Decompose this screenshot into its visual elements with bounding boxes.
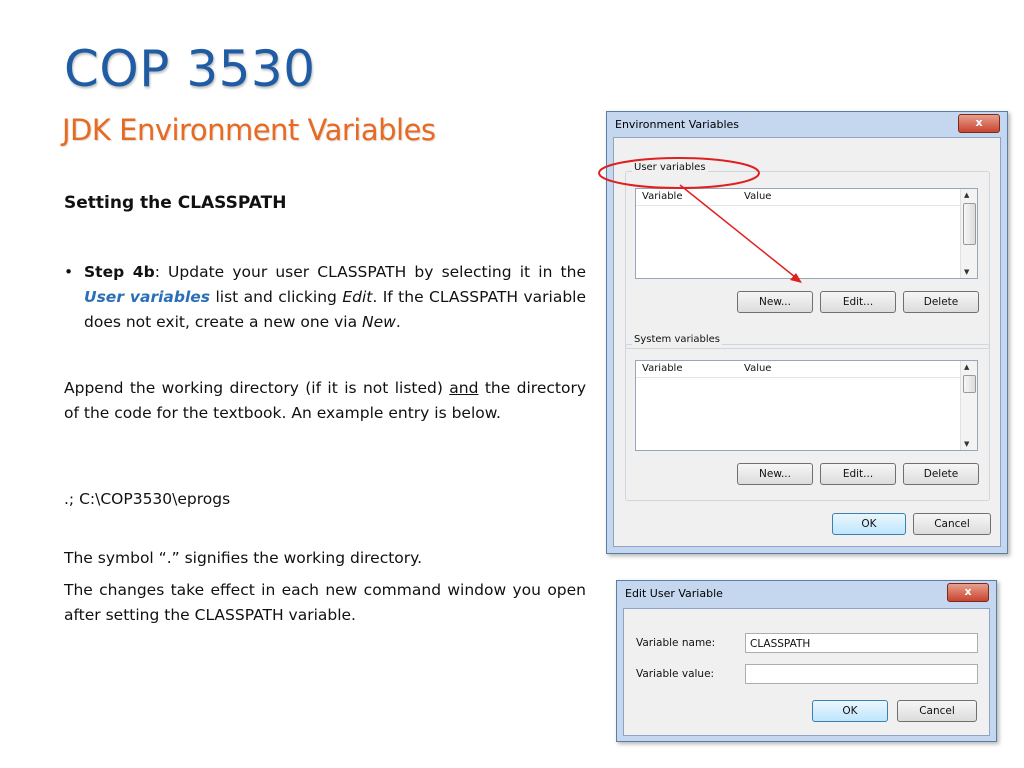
close-button[interactable]: x xyxy=(958,114,1000,133)
user-delete-button[interactable]: Delete xyxy=(903,291,979,313)
ok-button[interactable]: OK xyxy=(812,700,888,722)
vertical-scrollbar[interactable]: ▲ ▼ xyxy=(960,361,977,450)
column-variable[interactable]: Variable xyxy=(642,191,683,202)
close-button[interactable]: x xyxy=(947,583,989,602)
cancel-button[interactable]: Cancel xyxy=(913,513,991,535)
step-bullet: • Step 4b: Update your user CLASSPATH by … xyxy=(64,260,586,335)
variable-value-label: Variable value: xyxy=(636,668,715,680)
variable-value-field[interactable] xyxy=(745,664,978,684)
scroll-thumb[interactable] xyxy=(963,203,976,245)
system-variables-list[interactable]: Variable Value ▲ ▼ xyxy=(635,360,978,451)
vertical-scrollbar[interactable]: ▲ ▼ xyxy=(960,189,977,278)
scroll-up-icon[interactable]: ▲ xyxy=(964,191,969,199)
edit-user-variable-dialog: Edit User Variable x Variable name: CLAS… xyxy=(616,580,997,742)
and-underlined: and xyxy=(449,379,479,397)
list-header: Variable Value xyxy=(636,361,960,378)
user-new-button[interactable]: New... xyxy=(737,291,813,313)
step-text-b: list and clicking xyxy=(210,288,343,306)
ok-button[interactable]: OK xyxy=(832,513,906,535)
bullet-marker: • xyxy=(64,263,74,281)
section-heading: Setting the CLASSPATH xyxy=(64,193,287,213)
append-paragraph: Append the working directory (if it is n… xyxy=(64,376,586,426)
user-variables-accent: User variables xyxy=(84,288,211,306)
dialog-title: Edit User Variable xyxy=(625,587,723,600)
slide-title: COP 3530 xyxy=(64,40,316,98)
step-text-a: : Update your user CLASSPATH by selectin… xyxy=(154,263,586,281)
scroll-down-icon[interactable]: ▼ xyxy=(964,440,969,448)
system-variables-label: System variables xyxy=(632,334,723,345)
system-delete-button[interactable]: Delete xyxy=(903,463,979,485)
scroll-down-icon[interactable]: ▼ xyxy=(964,268,969,276)
dialog-client-area: User variables Variable Value ▲ ▼ New...… xyxy=(613,137,1001,547)
cancel-button[interactable]: Cancel xyxy=(897,700,977,722)
user-variables-list[interactable]: Variable Value ▲ ▼ xyxy=(635,188,978,279)
user-variables-label: User variables xyxy=(632,162,708,173)
scroll-thumb[interactable] xyxy=(963,375,976,393)
new-word: New xyxy=(362,313,396,331)
list-header: Variable Value xyxy=(636,189,960,206)
example-entry: .; C:\COP3530\eprogs xyxy=(64,490,231,508)
step-text-d: . xyxy=(395,313,401,331)
scroll-up-icon[interactable]: ▲ xyxy=(964,363,969,371)
system-new-button[interactable]: New... xyxy=(737,463,813,485)
column-variable[interactable]: Variable xyxy=(642,363,683,374)
column-value[interactable]: Value xyxy=(744,191,771,202)
symbol-paragraph: The symbol “.” signifies the working dir… xyxy=(64,549,423,567)
step-label: Step 4b xyxy=(84,263,155,281)
column-value[interactable]: Value xyxy=(744,363,771,374)
dialog-client-area: Variable name: CLASSPATH Variable value:… xyxy=(623,608,990,736)
environment-variables-dialog: Environment Variables x User variables V… xyxy=(606,111,1008,554)
changes-paragraph: The changes take effect in each new comm… xyxy=(64,581,586,624)
slide-subtitle: JDK Environment Variables xyxy=(62,113,436,147)
edit-word: Edit xyxy=(342,288,373,306)
variable-name-field[interactable]: CLASSPATH xyxy=(745,633,978,653)
append-text-a: Append the working directory (if it is n… xyxy=(64,379,450,397)
variable-name-label: Variable name: xyxy=(636,637,716,649)
dialog-title: Environment Variables xyxy=(615,118,740,131)
system-edit-button[interactable]: Edit... xyxy=(820,463,896,485)
user-edit-button[interactable]: Edit... xyxy=(820,291,896,313)
